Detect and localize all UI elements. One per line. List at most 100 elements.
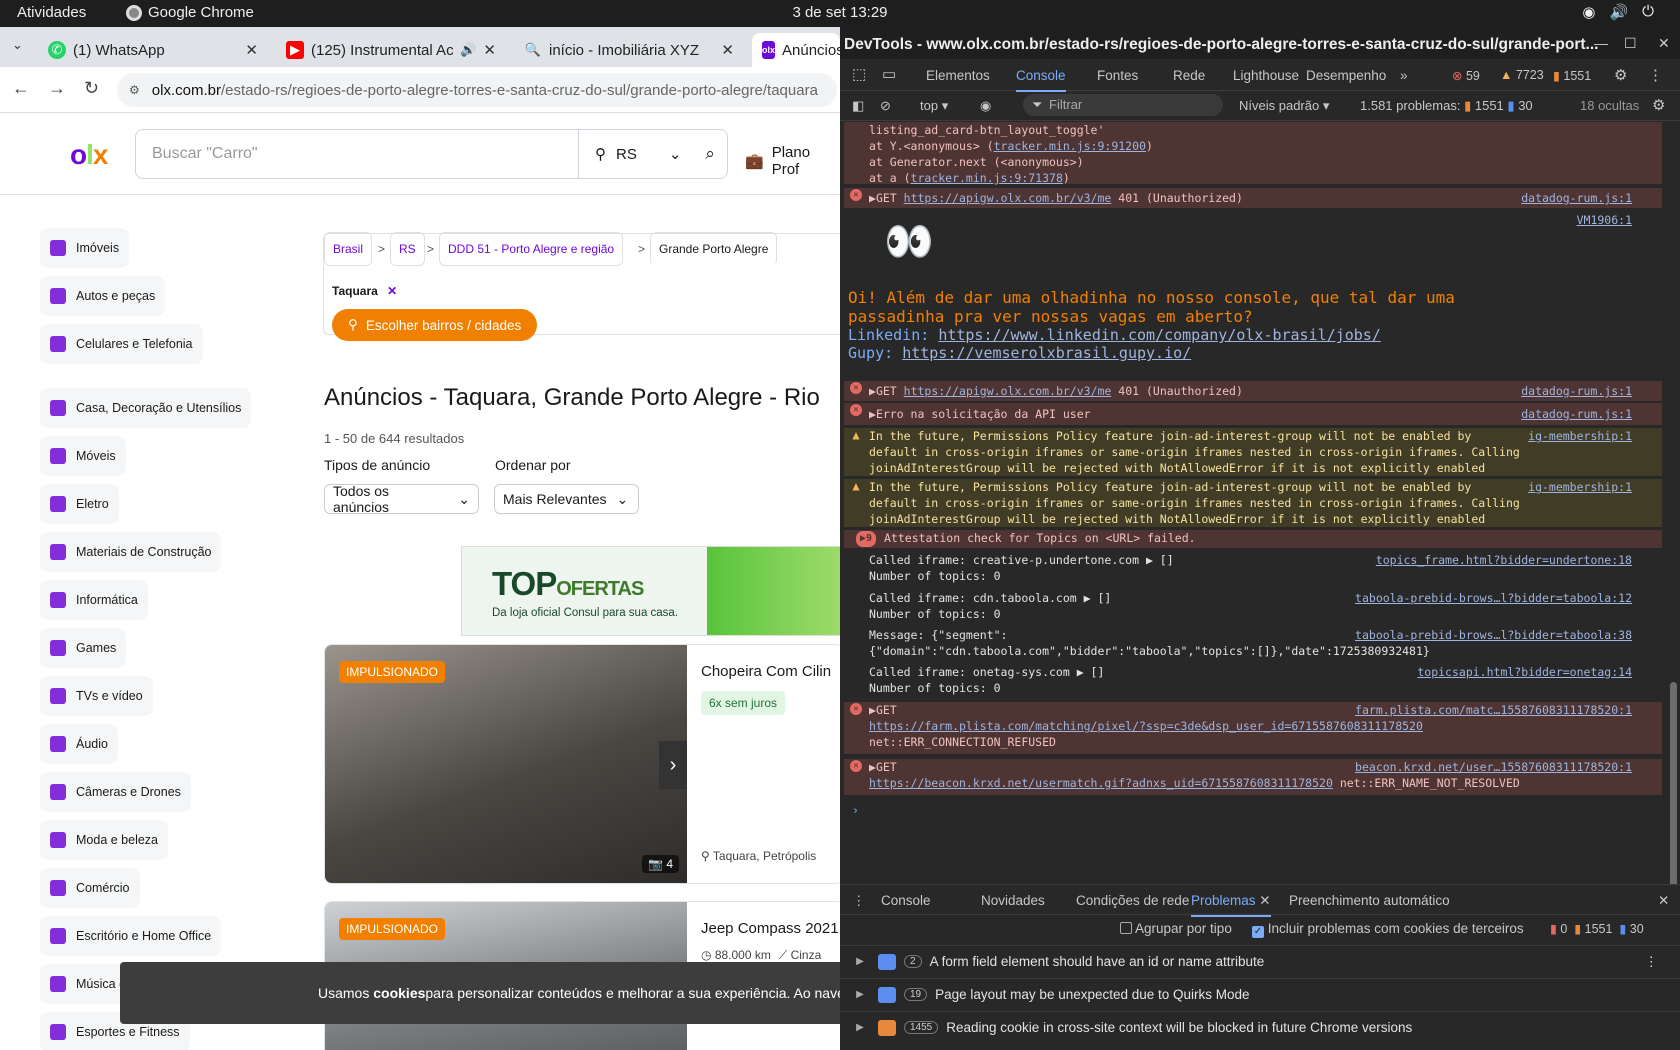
expand-arrow-icon[interactable]: ▶ (869, 760, 876, 774)
reload-icon[interactable]: ↻ (84, 78, 99, 99)
source-link[interactable]: beacon.krxd.net/user…15587608311178520:1 (1355, 759, 1632, 775)
gupy-link[interactable]: https://vemserolxbrasil.gupy.io/ (902, 344, 1191, 362)
third-party-checkbox[interactable]: ✓ Incluir problemas com cookies de terce… (1252, 921, 1524, 938)
stack-link[interactable]: tracker.min.js:9:71378 (911, 171, 1063, 185)
source-link[interactable]: topicsapi.html?bidder=onetag:14 (1417, 664, 1632, 680)
category-informatica[interactable]: Informática (40, 580, 148, 620)
warning-counter[interactable]: ▲ 7723 (1500, 68, 1544, 82)
drawer-tab-console[interactable]: Console (881, 893, 931, 908)
clear-console-icon[interactable]: ⊘ (880, 98, 891, 114)
source-link[interactable]: taboola-prebid-brows…l?bidder=taboola:12 (1355, 590, 1632, 606)
problems-summary[interactable]: 1.581 problemas: ▮ 1551 ▮ 30 (1360, 98, 1533, 114)
address-bar[interactable]: ⚙ olx.com.br /estado-rs/regioes-de-porto… (117, 73, 837, 107)
category-games[interactable]: Games (40, 628, 127, 668)
audio-playing-icon[interactable]: 🔊 (460, 42, 476, 58)
console-error-krxd[interactable]: ✕ ▶GET https://beacon.krxd.net/usermatch… (844, 759, 1662, 795)
source-link[interactable]: taboola-prebid-brows…l?bidder=taboola:38 (1355, 627, 1632, 643)
source-link[interactable]: datadog-rum.js:1 (1521, 383, 1632, 399)
breadcrumb-rs[interactable]: RS (390, 232, 425, 266)
console-error-api[interactable]: ✕ ▶Erro na solicitação da API user datad… (844, 403, 1662, 425)
issue-counter[interactable]: ▮ 1551 (1553, 68, 1591, 83)
request-url[interactable]: https://apigw.olx.com.br/v3/me (904, 191, 1112, 205)
category-audio[interactable]: Áudio (40, 724, 118, 764)
category-materiais[interactable]: Materiais de Construção (40, 532, 222, 572)
search-input[interactable]: Buscar "Carro" (152, 145, 258, 163)
expand-arrow-icon[interactable]: ▶ (848, 956, 872, 967)
console-scrollbar[interactable] (1668, 122, 1678, 897)
console-attestation-group[interactable]: ▶9 Attestation check for Topics on <URL>… (844, 530, 1662, 548)
expand-arrow-icon[interactable]: ▶ (869, 191, 876, 205)
ad-type-select[interactable]: Todos os anúncios ⌄ (324, 483, 479, 515)
category-tvs[interactable]: TVs e vídeo (40, 676, 153, 716)
maximize-icon[interactable]: ☐ (1624, 35, 1637, 52)
kebab-menu-icon[interactable]: ⋮ (1648, 66, 1663, 84)
request-url[interactable]: https://beacon.krxd.net/usermatch.gif?ad… (869, 776, 1333, 790)
category-moveis[interactable]: Móveis (40, 436, 126, 476)
error-counter[interactable]: ⊗ 59 (1452, 68, 1480, 83)
tab-sources[interactable]: Fontes (1097, 68, 1138, 83)
expand-arrow-icon[interactable]: ▶ (869, 384, 876, 398)
breadcrumb-ddd51[interactable]: DDD 51 - Porto Alegre e região (439, 232, 624, 266)
tab-lighthouse[interactable]: Lighthouse (1233, 68, 1299, 83)
console-error-get[interactable]: ✕ ▶GET https://apigw.olx.com.br/v3/me 40… (844, 188, 1662, 208)
listing-photo[interactable]: IMPULSIONADO › 📷 4 (325, 645, 687, 883)
log-levels-select[interactable]: Níveis padrão ▾ (1239, 98, 1329, 114)
close-tab-icon[interactable]: ✕ (245, 41, 258, 59)
source-link[interactable]: datadog-rum.js:1 (1521, 190, 1632, 206)
tab-whatsapp[interactable]: ✆ (1) WhatsApp ✕ (38, 33, 266, 67)
tab-list-chevron-icon[interactable]: ⌄ (12, 37, 23, 53)
console-filter-input[interactable]: Filtrar (1023, 94, 1223, 116)
tab-performance[interactable]: Desempenho (1306, 68, 1386, 83)
category-comercio[interactable]: Comércio (40, 868, 140, 908)
search-icon[interactable]: ⌕ (705, 144, 715, 164)
category-autos[interactable]: Autos e peças (40, 276, 166, 316)
category-casa[interactable]: Casa, Decoração e Utensílios (40, 388, 252, 428)
issue-row[interactable]: ▶ 1455 Reading cookie in cross-site cont… (840, 1011, 1680, 1043)
forward-icon[interactable]: → (48, 78, 66, 99)
console-error-get[interactable]: ✕ ▶GET https://apigw.olx.com.br/v3/me 40… (844, 381, 1662, 401)
source-link[interactable]: ig-membership:1 (1528, 428, 1632, 444)
breadcrumb-grande-poa[interactable]: Grande Porto Alegre (650, 232, 778, 266)
active-app-menu[interactable]: Google Chrome (126, 4, 254, 21)
inspect-element-icon[interactable]: ⬚ (852, 65, 866, 83)
category-imoveis[interactable]: Imóveis (40, 228, 130, 268)
category-moda[interactable]: Moda e beleza (40, 820, 169, 860)
choose-neighborhoods-button[interactable]: ⚲ Escolher bairros / cidades (332, 309, 538, 341)
close-tab-icon[interactable]: ✕ (721, 41, 734, 59)
listing-card[interactable]: IMPULSIONADO › 📷 4 Chopeira Com Cilin 6x… (324, 644, 840, 884)
group-by-type-checkbox[interactable]: Agrupar por tipo (1120, 921, 1232, 936)
close-tab-icon[interactable]: ✕ (483, 41, 496, 59)
listing-title[interactable]: Jeep Compass 2021 (701, 920, 839, 937)
remove-filter-icon[interactable]: ✕ (387, 284, 397, 298)
drawer-tab-network-conditions[interactable]: Condições de rede (1076, 893, 1189, 908)
next-photo-icon[interactable]: › (659, 741, 687, 789)
category-celulares[interactable]: Celulares e Telefonia (40, 324, 203, 364)
live-expression-eye-icon[interactable]: ◉ (980, 98, 991, 114)
source-link[interactable]: VM1906:1 (1577, 212, 1632, 228)
expand-arrow-icon[interactable]: ▶ (869, 703, 876, 717)
drawer-tab-autofill[interactable]: Preenchimento automático (1289, 893, 1450, 908)
source-link[interactable]: ig-membership:1 (1528, 479, 1632, 495)
close-drawer-icon[interactable]: ✕ (1658, 893, 1669, 909)
category-cameras[interactable]: Câmeras e Drones (40, 772, 191, 812)
settings-gear-icon[interactable]: ⚙ (1614, 66, 1627, 84)
category-escritorio[interactable]: Escritório e Home Office (40, 916, 222, 956)
system-tray[interactable]: ◉ 🔊 ⏻ (1582, 3, 1654, 21)
tab-console[interactable]: Console (1016, 68, 1066, 92)
olx-logo[interactable]: olx (70, 139, 108, 171)
drawer-menu-icon[interactable]: ⋮ (852, 893, 866, 909)
state-selector[interactable]: ⚲ RS ⌄ ⌕ (595, 144, 715, 164)
console-prompt[interactable]: › (844, 802, 1662, 820)
site-info-icon[interactable]: ⚙ (129, 83, 140, 97)
scrollbar-thumb[interactable] (1670, 682, 1677, 897)
source-link[interactable]: datadog-rum.js:1 (1521, 406, 1632, 422)
close-tab-icon[interactable]: ✕ (1259, 893, 1270, 908)
source-link[interactable]: topics_frame.html?bidder=undertone:18 (1376, 552, 1632, 568)
tab-olx-anuncios[interactable]: olx Anúncios (752, 33, 844, 67)
tab-imobiliaria[interactable]: 🔍 início - Imobiliária XYZ ✕ (514, 33, 742, 67)
drawer-tab-whats-new[interactable]: Novidades (981, 893, 1045, 908)
expand-arrow-icon[interactable]: ▶ (848, 1022, 872, 1033)
expand-arrow-icon[interactable]: ▶ (848, 989, 872, 1000)
context-select[interactable]: top ▾ (920, 98, 948, 114)
request-url[interactable]: https://farm.plista.com/matching/pixel/?… (869, 719, 1423, 733)
